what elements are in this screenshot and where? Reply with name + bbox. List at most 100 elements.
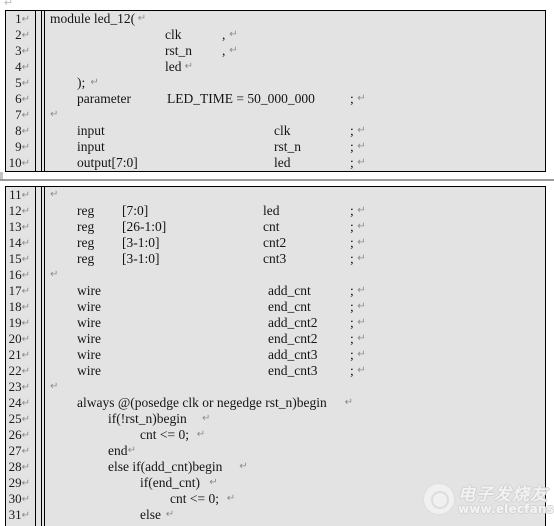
return-mark-icon: ↵	[21, 494, 30, 505]
return-mark-icon: ↵	[21, 334, 30, 345]
code-line: 27↵ end ↵	[6, 443, 545, 459]
code-token: cnt	[263, 219, 280, 234]
return-mark-icon: ↵	[357, 349, 366, 360]
code-token: rst_n	[274, 139, 301, 154]
code-token: cnt <= 0;	[140, 427, 189, 442]
code-line: 12↵ reg [7:0] led; ↵	[6, 203, 545, 219]
code-token: reg	[77, 235, 95, 250]
line-number: 24↵	[8, 395, 30, 410]
return-mark-icon: ↵	[196, 429, 206, 440]
line-number: 12↵	[8, 203, 30, 218]
line-number: 19↵	[8, 315, 30, 330]
code-token: end_cnt	[268, 299, 311, 314]
code-token: [3-1:0]	[122, 251, 160, 266]
return-mark-icon: ↵	[357, 253, 366, 264]
line-number: 29↵	[8, 475, 30, 490]
return-mark-icon: ↵	[357, 157, 366, 168]
code-token: ;	[350, 91, 354, 106]
return-mark-icon: ↵	[21, 478, 30, 489]
return-mark-icon: ↵	[21, 270, 30, 281]
line-number: 31↵	[8, 507, 30, 522]
code-token: cnt3	[263, 251, 287, 266]
code-token: if(!rst_n)begin	[108, 411, 187, 426]
line-number: 30↵	[8, 491, 30, 506]
return-mark-icon: ↵	[21, 62, 30, 73]
return-mark-icon: ↵	[21, 414, 30, 425]
code-token: ;	[350, 203, 354, 218]
line-number: 21↵	[8, 347, 30, 362]
return-mark-icon: ↵	[357, 237, 366, 248]
code-block-1-inner: 1↵ module led_12(↵ 2↵ clk, ↵ 3↵ rst_n, ↵ 4↵ led ↵ 5…	[6, 11, 545, 171]
code-token: else if(add_cnt)begin	[108, 459, 223, 474]
return-mark-icon: ↵	[357, 301, 366, 312]
return-mark-icon: ↵	[229, 45, 238, 56]
return-mark-icon: ↵	[21, 94, 30, 105]
code-line: 5↵); ↵	[6, 75, 545, 91]
line-number: 7↵	[15, 107, 30, 122]
return-mark-icon: ↵	[50, 109, 59, 120]
return-mark-icon: ↵	[357, 285, 366, 296]
code-token: [3-1:0]	[122, 235, 160, 250]
return-mark-icon: ↵	[229, 29, 238, 40]
line-number: 26↵	[8, 427, 30, 442]
return-mark-icon: ↵	[90, 77, 99, 88]
code-line: 3↵ rst_n, ↵	[6, 43, 545, 59]
return-mark-icon: ↵	[21, 190, 30, 201]
code-block-1: 1↵ module led_12(↵ 2↵ clk, ↵ 3↵ rst_n, ↵ 4↵ led ↵ 5…	[5, 10, 546, 172]
code-token: add_cnt3	[268, 347, 318, 362]
code-token: [7:0]	[122, 203, 149, 218]
code-line: 28↵ else if(add_cnt)begin ↵	[6, 459, 545, 475]
code-token: wire	[77, 331, 101, 346]
code-token: ;	[350, 363, 354, 378]
code-token: led	[165, 59, 182, 74]
line-number: 14↵	[8, 235, 30, 250]
line-number: 18↵	[8, 299, 30, 314]
code-line: 21↵ wire add_cnt3; ↵	[6, 347, 545, 363]
code-line: 25↵ if(!rst_n)begin ↵	[6, 411, 545, 427]
return-mark-icon: ↵	[357, 317, 366, 328]
code-line: 10↵ output[7:0] led; ↵	[6, 155, 545, 171]
return-mark-icon: ↵	[21, 78, 30, 89]
code-line: 9↵ input rst_n; ↵	[6, 139, 545, 155]
code-token: wire	[77, 347, 101, 362]
code-token: rst_n	[165, 43, 192, 58]
code-token: wire	[77, 283, 101, 298]
return-mark-icon: ↵	[21, 302, 30, 313]
code-token: ;	[350, 315, 354, 330]
code-line: 2↵ clk, ↵	[6, 27, 545, 43]
code-token: led	[263, 203, 280, 218]
return-mark-icon: ↵	[21, 366, 30, 377]
code-line: 23↵ ↵	[6, 379, 545, 395]
page-root: ↵ 1↵ module led_12(↵ 2↵ clk, ↵ 3↵ rst_n, ↵ 4↵ led…	[0, 0, 554, 526]
return-mark-icon: ↵	[21, 286, 30, 297]
code-token: ,	[222, 27, 226, 42]
code-line: 31↵ else ↵	[6, 507, 545, 523]
code-line: 1↵ module led_12(↵	[6, 11, 545, 27]
return-mark-icon: ↵	[21, 46, 30, 57]
code-token: [26-1:0]	[122, 219, 167, 234]
return-mark-icon: ↵	[21, 110, 30, 121]
code-token: clk	[165, 27, 182, 42]
code-token: input	[77, 139, 105, 154]
line-number: 11↵	[9, 187, 30, 202]
return-mark-icon: ↵	[239, 461, 248, 472]
return-mark-icon: ↵	[344, 397, 353, 408]
code-line: 13↵ reg [26-1:0] cnt; ↵	[6, 219, 545, 235]
line-number: 4↵	[15, 59, 30, 74]
return-mark-icon: ↵	[50, 189, 59, 200]
code-line: 30↵ cnt <= 0; ↵	[6, 491, 545, 507]
code-line: 16↵ ↵	[6, 267, 545, 283]
code-token: reg	[77, 219, 95, 234]
line-number: 3↵	[15, 43, 30, 58]
line-number: 6↵	[15, 91, 30, 106]
code-line: 4↵ led ↵	[6, 59, 545, 75]
line-number: 1↵	[15, 11, 30, 26]
return-mark-icon: ↵	[21, 398, 30, 409]
return-mark-icon: ↵	[357, 205, 366, 216]
return-mark-icon: ↵	[21, 462, 30, 473]
return-mark-icon: ↵	[357, 93, 366, 104]
return-mark-icon: ↵	[357, 365, 366, 376]
return-mark-icon: ↵	[21, 254, 30, 265]
code-token: wire	[77, 299, 101, 314]
return-mark-icon: ↵	[21, 206, 30, 217]
